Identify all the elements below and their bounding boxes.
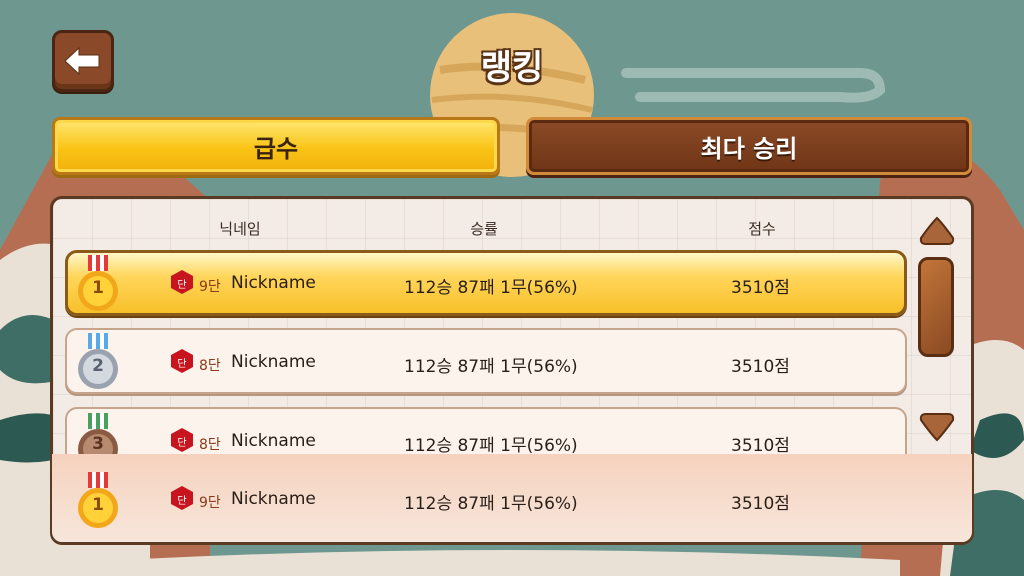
tab-most-wins-label: 최다 승리 — [700, 134, 798, 163]
scroll-up-button[interactable] — [918, 216, 956, 246]
column-header-win-rate: 승률 — [470, 220, 498, 238]
nickname: Nickname — [231, 489, 316, 509]
page-title: 랭킹 — [480, 48, 544, 88]
tab-most-wins[interactable]: 최다 승리 — [526, 117, 972, 175]
back-button[interactable] — [52, 30, 114, 92]
grade-badge-text: 단 — [177, 496, 187, 507]
scrollbar-thumb[interactable] — [918, 257, 954, 357]
scroll-down-button[interactable] — [918, 412, 956, 442]
column-header-score: 점수 — [748, 220, 776, 238]
rank-number-1: 1 — [92, 278, 104, 298]
left-arrow-icon — [64, 46, 100, 76]
grade-level: 9단 — [199, 495, 221, 511]
grade-badge-text: 단 — [177, 438, 187, 449]
score: 3510점 — [731, 436, 790, 456]
column-header-nickname: 닉네임 — [219, 220, 261, 238]
score: 3510점 — [731, 278, 790, 298]
score: 3510점 — [731, 494, 790, 514]
grade-level: 9단 — [199, 279, 221, 295]
nickname: Nickname — [231, 431, 316, 451]
grade-level: 8단 — [199, 358, 221, 374]
win-record: 112승 87패 1무(56%) — [404, 436, 578, 456]
win-record: 112승 87패 1무(56%) — [404, 278, 578, 298]
score: 3510점 — [731, 357, 790, 377]
win-record: 112승 87패 1무(56%) — [404, 357, 578, 377]
grade-level: 8단 — [199, 437, 221, 453]
nickname: Nickname — [231, 273, 316, 293]
my-rank-number: 1 — [92, 495, 104, 515]
rank-number-3: 3 — [92, 434, 104, 454]
win-record: 112승 87패 1무(56%) — [404, 494, 578, 514]
grade-badge-text: 단 — [177, 280, 187, 291]
rank-number-2: 2 — [92, 356, 104, 376]
nickname: Nickname — [231, 352, 316, 372]
grade-badge-text: 단 — [177, 359, 187, 370]
tab-grade[interactable]: 급수 — [52, 117, 500, 175]
tab-grade-label: 급수 — [253, 134, 299, 163]
